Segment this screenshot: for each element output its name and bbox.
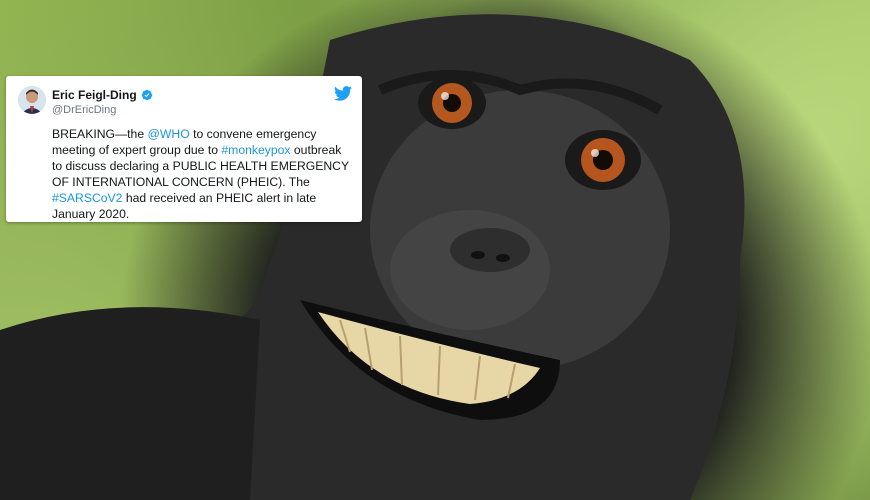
twitter-bird-icon[interactable] [334,86,352,101]
macaque-photo [0,14,745,500]
avatar[interactable] [18,86,46,114]
mention-who-link[interactable]: @WHO [148,127,190,141]
verified-badge-icon [141,89,152,101]
author-row: Eric Feigl-Ding [52,88,153,102]
hashtag-sarscov2-link[interactable]: #SARSCoV2 [52,191,122,205]
author-name[interactable]: Eric Feigl-Ding [52,88,137,102]
tweet-text: BREAKING—the @WHO to convene emergency m… [52,127,349,221]
hashtag-monkeypox-link[interactable]: #monkeypox [221,143,290,157]
author-handle[interactable]: @DrEricDing [52,104,116,116]
tweet-card[interactable]: Eric Feigl-Ding @DrEricDing BREAKING—the… [6,76,362,222]
